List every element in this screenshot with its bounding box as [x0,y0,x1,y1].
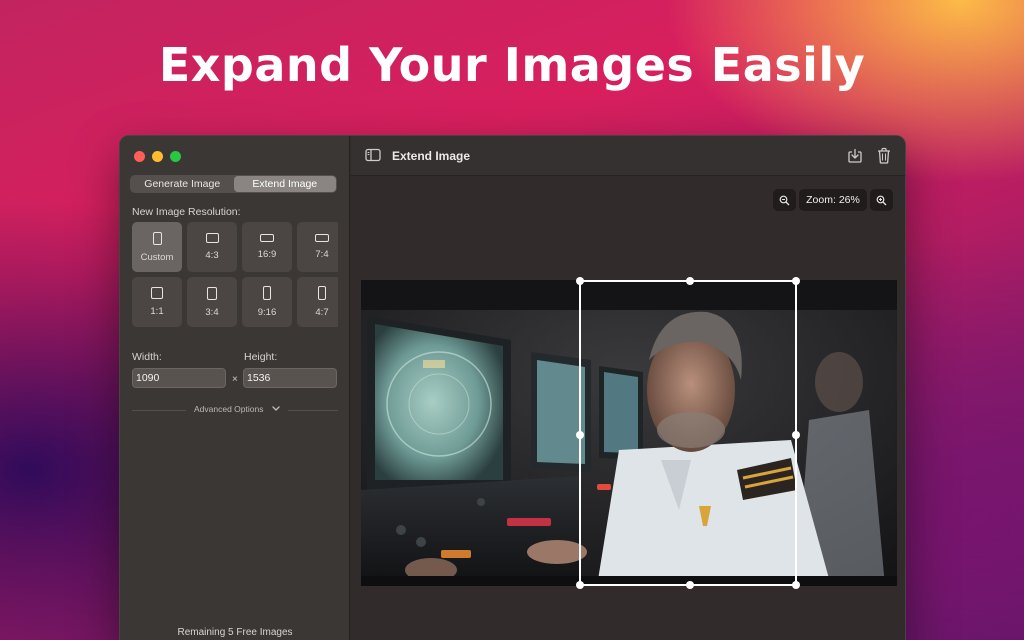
ratio-label: 4:3 [205,250,219,261]
trash-icon[interactable] [877,147,891,164]
zoom-in-icon [876,195,887,205]
advanced-options-toggle[interactable]: Advanced Options [132,404,338,416]
ratio-3-4-button[interactable]: 3:4 [187,277,237,327]
ratio-label: Custom [140,251,174,263]
ratio-1-1-button[interactable]: 1:1 [132,277,182,327]
main-area: Extend Image Zoom: 26% [351,136,905,640]
wide-ratio-icon [260,234,274,242]
export-icon[interactable] [847,147,863,164]
resize-handle-top-left[interactable] [576,277,584,285]
resize-handle-bottom-right[interactable] [792,581,800,589]
height-input[interactable]: 1536 [243,368,337,388]
square-ratio-icon [151,287,163,299]
ratio-label: 16:9 [257,249,277,260]
ratio-4-7-button[interactable]: 4:7 [297,277,338,327]
wide-ratio-icon [315,234,329,242]
hero-title: Expand Your Images Easily [158,38,866,92]
ratio-16-9-button[interactable]: 16:9 [242,222,292,272]
ratio-label: 9:16 [257,307,277,318]
mode-segmented-control: Generate Image Extend Image [130,175,337,193]
resolution-label: New Image Resolution: [132,206,241,218]
zoom-level: Zoom: 26% [799,189,867,211]
ratio-label: 4:7 [315,307,329,318]
zoom-out-icon [779,195,790,205]
resize-handle-left[interactable] [576,431,584,439]
aspect-ratio-grid: Custom 4:3 16:9 7:4 1:1 3:4 9:16 4:7 [132,222,338,328]
height-label: Height: [244,351,278,363]
sidebar: Generate Image Extend Image New Image Re… [120,136,350,640]
app-window: Generate Image Extend Image New Image Re… [119,135,906,640]
close-window-button[interactable] [134,151,145,162]
divider [132,410,186,411]
ratio-7-4-button[interactable]: 7:4 [297,222,338,272]
ratio-9-16-button[interactable]: 9:16 [242,277,292,327]
ratio-label: 7:4 [315,249,329,260]
width-input[interactable]: 1090 [132,368,226,388]
zoom-out-button[interactable] [773,189,796,211]
minimize-window-button[interactable] [152,151,163,162]
remaining-free-images: Remaining 5 Free Images [177,627,293,638]
times-symbol: × [232,374,238,385]
chevron-down-icon [272,406,280,411]
divider [288,410,338,411]
toolbar-title: Extend Image [392,149,471,163]
ratio-label: 3:4 [205,306,219,318]
sidebar-toggle-icon[interactable] [365,148,381,162]
tab-generate-image[interactable]: Generate Image [131,176,234,192]
ratio-4-3-button[interactable]: 4:3 [187,222,237,272]
custom-ratio-icon [152,231,162,245]
advanced-options-label: Advanced Options [194,404,264,414]
crop-selection-box[interactable] [576,277,800,589]
ratio-custom-button[interactable]: Custom [132,222,182,272]
resize-handle-bottom-left[interactable] [576,581,584,589]
ratio-label: 1:1 [150,306,164,317]
tab-extend-image[interactable]: Extend Image [233,176,336,192]
toolbar: Extend Image [351,136,905,176]
width-label: Width: [132,351,162,363]
tall-ratio-icon [318,286,326,300]
landscape-ratio-icon [205,233,219,243]
portrait-ratio-icon [207,286,217,300]
window-controls [134,151,181,162]
resize-handle-top-right[interactable] [792,277,800,285]
maximize-window-button[interactable] [170,151,181,162]
resize-handle-bottom[interactable] [686,581,694,589]
tall-ratio-icon [263,286,271,300]
zoom-in-button[interactable] [870,189,893,211]
resize-handle-right[interactable] [792,431,800,439]
resize-handle-top[interactable] [686,277,694,285]
